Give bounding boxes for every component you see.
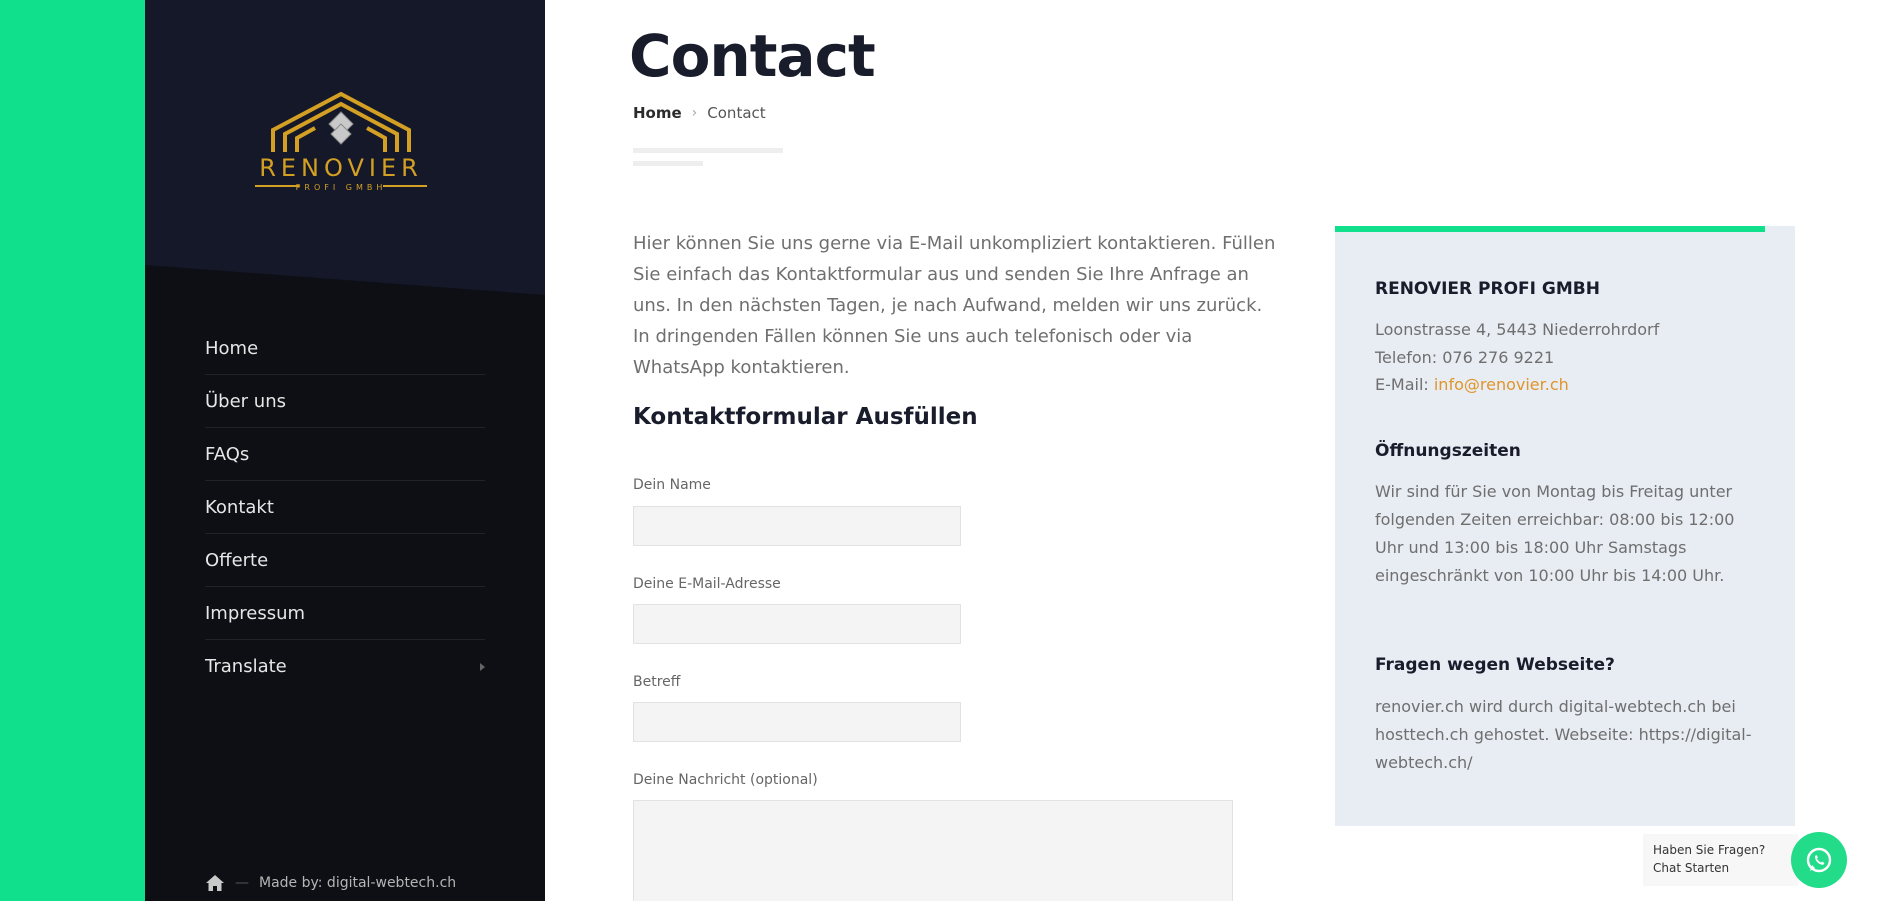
- accent-bar: [1335, 226, 1765, 232]
- nav-item-label: Kontakt: [205, 496, 274, 518]
- title-divider: [633, 148, 783, 153]
- opening-hours-text: Wir sind für Sie von Montag bis Freitag …: [1375, 482, 1735, 585]
- nav-item-label: Translate: [205, 656, 287, 677]
- footer-separator: —: [235, 875, 249, 891]
- logo[interactable]: RENOVIER PROFI GMBH: [255, 90, 427, 194]
- website-questions-title: Fragen wegen Webseite?: [1375, 655, 1615, 675]
- footer-credit-link[interactable]: Made by: digital-webtech.ch: [259, 875, 456, 891]
- phone-text: Telefon: 076 276 9221: [1375, 348, 1555, 367]
- nav-item-home[interactable]: Home: [205, 322, 485, 375]
- submenu-arrow-icon: [480, 662, 485, 671]
- title-divider: [633, 161, 703, 166]
- intro-text: Hier können Sie uns gerne via E-Mail unk…: [633, 233, 1276, 378]
- main-navigation: Home Über uns FAQs Kontakt Offerte Impre…: [205, 322, 485, 693]
- name-label: Dein Name: [633, 477, 711, 493]
- form-title: Kontaktformular Ausfüllen: [633, 404, 978, 430]
- sidebar: RENOVIER PROFI GMBH Home Über uns FAQs K…: [145, 0, 545, 901]
- breadcrumb-current: Contact: [707, 104, 766, 122]
- nav-item-kontakt[interactable]: Kontakt: [205, 481, 485, 534]
- address-text: Loonstrasse 4, 5443 Niederrohrdorf: [1375, 320, 1660, 339]
- nav-item-label: Offerte: [205, 549, 269, 571]
- email-field[interactable]: [633, 604, 961, 644]
- opening-hours-title: Öffnungszeiten: [1375, 441, 1521, 461]
- chat-prompt[interactable]: Haben Sie Fragen? Chat Starten: [1643, 834, 1798, 886]
- breadcrumb: Home › Contact: [633, 104, 766, 122]
- main-content: Contact Home › Contact Hier können Sie u…: [545, 0, 1882, 901]
- nav-item-label: Home: [205, 337, 259, 359]
- email-prefix: E-Mail:: [1375, 375, 1434, 394]
- subject-label: Betreff: [633, 674, 681, 690]
- chevron-right-icon: ›: [691, 105, 698, 121]
- nav-item-label: Über uns: [205, 390, 286, 412]
- logo-wordmark: RENOVIER: [259, 154, 423, 182]
- nav-item-faqs[interactable]: FAQs: [205, 428, 485, 481]
- logo-subtitle: PROFI GMBH: [296, 183, 387, 192]
- whatsapp-chat-button[interactable]: [1791, 832, 1847, 888]
- website-questions-text: renovier.ch wird durch digital-webtech.c…: [1375, 697, 1752, 772]
- logo-emblem: RENOVIER PROFI GMBH: [255, 91, 427, 192]
- email-link[interactable]: info@renovier.ch: [1434, 375, 1569, 394]
- email-label: Deine E-Mail-Adresse: [633, 576, 781, 592]
- nav-item-offerte[interactable]: Offerte: [205, 534, 485, 587]
- message-label: Deine Nachricht (optional): [633, 772, 818, 788]
- company-name: RENOVIER PROFI GMBH: [1375, 279, 1600, 299]
- decorative-green-strip: [0, 0, 145, 901]
- nav-item-impressum[interactable]: Impressum: [205, 587, 485, 640]
- email-line: E-Mail: info@renovier.ch: [1375, 371, 1760, 399]
- message-field[interactable]: [633, 800, 1233, 901]
- breadcrumb-home-link[interactable]: Home: [633, 104, 682, 122]
- whatsapp-icon: [1806, 847, 1832, 873]
- footer-credit: — Made by: digital-webtech.ch: [205, 874, 456, 892]
- home-icon[interactable]: [205, 874, 225, 892]
- contact-info-box: RENOVIER PROFI GMBH Loonstrasse 4, 5443 …: [1335, 226, 1795, 826]
- subject-field[interactable]: [633, 702, 961, 742]
- nav-item-ueber-uns[interactable]: Über uns: [205, 375, 485, 428]
- nav-item-label: Impressum: [205, 602, 306, 624]
- page-title: Contact: [629, 22, 876, 90]
- nav-item-label: FAQs: [205, 443, 250, 465]
- nav-item-translate[interactable]: Translate: [205, 640, 485, 693]
- name-field[interactable]: [633, 506, 961, 546]
